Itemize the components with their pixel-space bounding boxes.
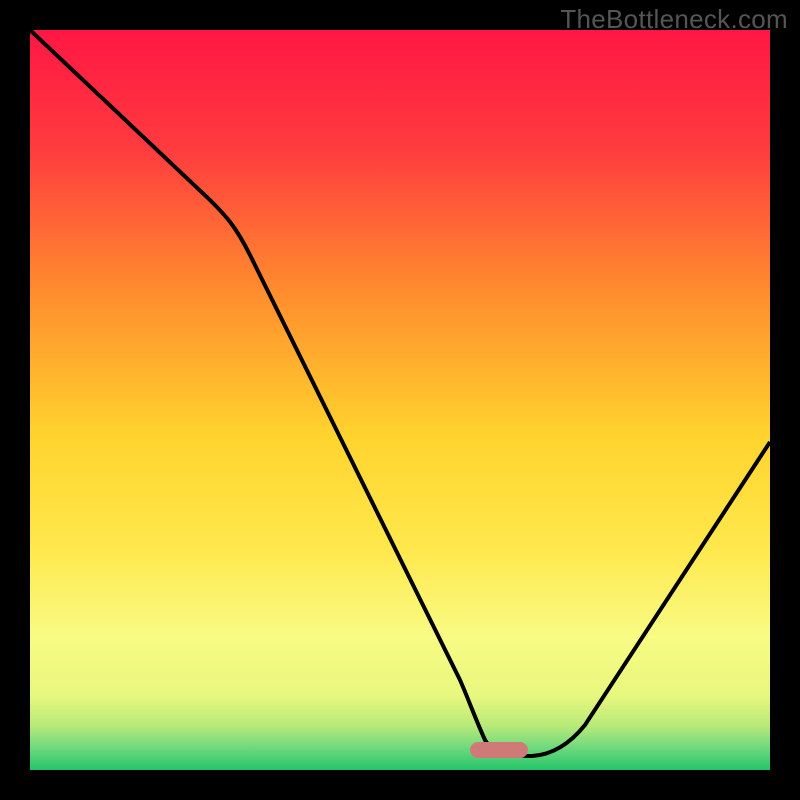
plot-area [30, 30, 770, 770]
chart-svg [30, 30, 770, 770]
watermark-text: TheBottleneck.com [560, 4, 788, 35]
chart-container: TheBottleneck.com [0, 0, 800, 800]
gradient-background [30, 30, 770, 770]
optimal-marker [470, 742, 528, 758]
